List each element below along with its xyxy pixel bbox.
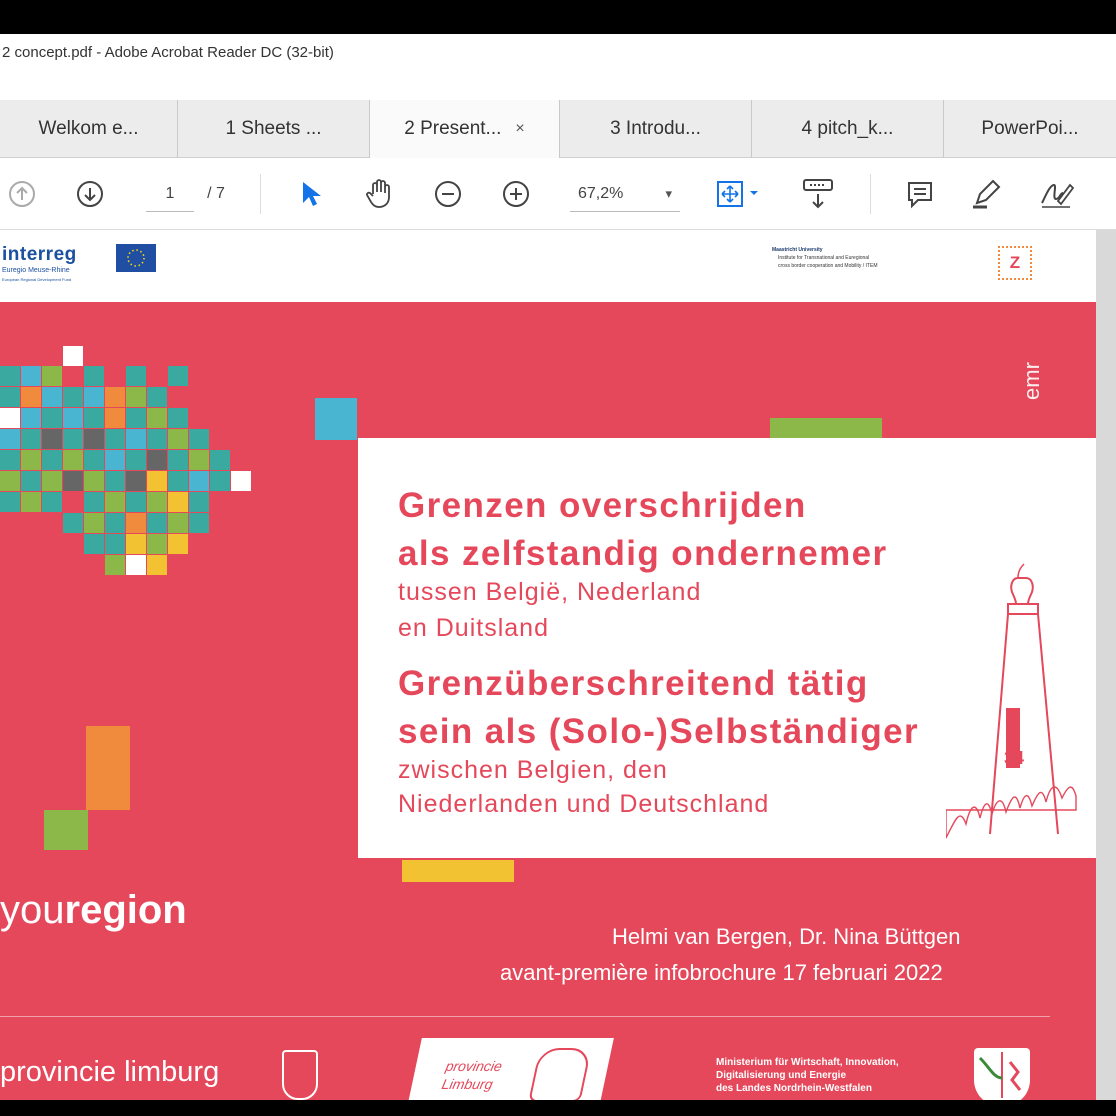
um-line1: Maastricht University bbox=[772, 247, 823, 253]
z-logo: Z bbox=[998, 246, 1032, 280]
tab-label: 4 pitch_k... bbox=[801, 118, 894, 139]
tab-label: 2 Present... bbox=[404, 118, 502, 139]
pen-icon bbox=[973, 179, 1001, 209]
ministry-text: Ministerium für Wirtschaft, Innovation, … bbox=[716, 1056, 899, 1095]
scroll-mode-button[interactable] bbox=[796, 176, 840, 212]
fit-page-icon bbox=[717, 181, 758, 207]
subtitle-nl-line1: tussen België, Nederland bbox=[398, 578, 702, 606]
tab-label: Welkom e... bbox=[38, 118, 139, 139]
provincie-nl-line1: provincie bbox=[444, 1058, 504, 1074]
interreg-sub: Euregio Meuse-Rhine bbox=[2, 267, 70, 274]
next-page-button[interactable] bbox=[72, 176, 108, 212]
cursor-arrow-icon bbox=[303, 182, 321, 206]
pixel-map-graphic bbox=[0, 302, 260, 592]
toolbar: 1 / 7 67,2% ▾ bbox=[0, 158, 1116, 230]
fit-page-button[interactable] bbox=[712, 176, 766, 212]
youregion-logo: youregion bbox=[0, 888, 187, 933]
arrow-up-circle-icon bbox=[9, 181, 35, 207]
provincie-limburg-nl-logo: provincie Limburg bbox=[406, 1038, 614, 1100]
zoom-out-button[interactable] bbox=[430, 176, 466, 212]
zoom-value: 67,2% bbox=[578, 184, 624, 202]
tab-label: 1 Sheets ... bbox=[225, 118, 322, 139]
decor-bar-yellow bbox=[402, 860, 514, 882]
highlight-button[interactable] bbox=[966, 176, 1006, 212]
stone-number: 34 bbox=[1004, 748, 1025, 768]
zoom-in-button[interactable] bbox=[498, 176, 534, 212]
hand-tool-button[interactable] bbox=[362, 176, 398, 212]
border-stone-illustration bbox=[946, 563, 1077, 839]
tab-introduction[interactable]: 3 Introdu... bbox=[560, 100, 752, 158]
comment-icon bbox=[908, 182, 932, 209]
chevron-down-icon: ▾ bbox=[665, 185, 672, 201]
tab-welkom[interactable]: Welkom e... bbox=[0, 100, 178, 158]
toolbar-divider bbox=[870, 174, 871, 214]
toolbar-divider bbox=[260, 174, 261, 214]
title-de-line1: Grenzüberschreitend tätig bbox=[398, 664, 869, 703]
eu-flag-icon bbox=[116, 244, 156, 272]
subtitle-de-line1: zwischen Belgien, den bbox=[398, 756, 668, 784]
tab-sheets[interactable]: 1 Sheets ... bbox=[178, 100, 370, 158]
title-gap bbox=[0, 74, 1116, 100]
lion-icon bbox=[528, 1048, 592, 1100]
sign-button[interactable] bbox=[1034, 176, 1078, 212]
window-title: 2 concept.pdf - Adobe Acrobat Reader DC … bbox=[0, 34, 1116, 74]
decor-square-orange bbox=[86, 726, 130, 810]
top-black-bar bbox=[0, 0, 1116, 34]
close-tab-icon[interactable]: × bbox=[515, 120, 524, 138]
um-line3: cross border cooperation and Mobility / … bbox=[778, 263, 878, 269]
document-tabs: Welkom e... 1 Sheets ... 2 Present... × 3… bbox=[0, 100, 1116, 158]
limburg-coat-of-arms-icon bbox=[282, 1050, 318, 1100]
tab-presentation[interactable]: 2 Present... × bbox=[370, 100, 560, 158]
subtitle-nl-line2: en Duitsland bbox=[398, 614, 549, 642]
minus-circle-icon bbox=[435, 181, 461, 207]
signature-icon bbox=[1041, 183, 1075, 208]
emr-label: emr bbox=[1019, 362, 1044, 400]
hand-icon bbox=[366, 179, 390, 208]
page-number-input[interactable]: 1 bbox=[146, 176, 194, 212]
subtitle-de-line2: Niederlanden und Deutschland bbox=[398, 790, 770, 818]
ministry-line1: Ministerium für Wirtschaft, Innovation, bbox=[716, 1057, 899, 1068]
plus-circle-icon bbox=[503, 181, 529, 207]
um-line2: Institute for Transnational and Euregion… bbox=[778, 255, 870, 261]
tab-powerpoint[interactable]: PowerPoi... bbox=[944, 100, 1116, 158]
event-line: avant-première infobrochure 17 februari … bbox=[500, 960, 943, 985]
pdf-page: interreg Euregio Meuse-Rhine European Re… bbox=[0, 230, 1096, 1100]
previous-page-button[interactable] bbox=[4, 176, 40, 212]
interreg-wordmark: interreg bbox=[2, 244, 77, 265]
ministry-line3: des Landes Nordrhein-Westfalen bbox=[716, 1083, 872, 1094]
arrow-down-circle-icon bbox=[77, 181, 103, 207]
title-box: Grenzen overschrijden als zelfstandig on… bbox=[358, 438, 1096, 858]
vertical-scrollbar[interactable] bbox=[1096, 230, 1116, 1100]
zoom-select[interactable]: 67,2% ▾ bbox=[570, 176, 680, 212]
tab-label: 3 Introdu... bbox=[610, 118, 701, 139]
tab-label: PowerPoi... bbox=[981, 118, 1079, 139]
provincie-nl-line2: Limburg bbox=[440, 1076, 495, 1092]
youregion-you: you bbox=[0, 888, 65, 932]
title-nl-line1: Grenzen overschrijden bbox=[398, 486, 807, 525]
nrw-coat-of-arms-icon bbox=[974, 1048, 1030, 1100]
comment-button[interactable] bbox=[900, 176, 940, 212]
footer-divider bbox=[0, 1016, 1050, 1017]
select-tool-button[interactable] bbox=[292, 176, 328, 212]
bottom-black-bar bbox=[0, 1100, 1116, 1116]
authors: Helmi van Bergen, Dr. Nina Büttgen bbox=[612, 924, 961, 949]
decor-square-green bbox=[44, 810, 88, 850]
page-total: / 7 bbox=[207, 185, 225, 202]
decor-square-blue bbox=[315, 398, 357, 440]
page-scroll-icon bbox=[803, 179, 833, 209]
interreg-logo: interreg Euregio Meuse-Rhine European Re… bbox=[0, 244, 170, 290]
ministry-line2: Digitalisierung und Energie bbox=[716, 1070, 847, 1081]
tab-pitch[interactable]: 4 pitch_k... bbox=[752, 100, 944, 158]
um-logo: Maastricht University Institute for Tran… bbox=[772, 246, 984, 278]
youregion-region: region bbox=[64, 888, 187, 932]
slide-background: emr Grenzen overschrijden als zelfstandi… bbox=[0, 302, 1096, 1100]
provincie-limburg-text: provincie limburg bbox=[0, 1056, 220, 1088]
interreg-sub2: European Regional Development Fund bbox=[2, 277, 72, 282]
title-nl-line2: als zelfstandig ondernemer bbox=[398, 534, 888, 573]
title-de-line2: sein als (Solo-)Selbständiger bbox=[398, 712, 919, 751]
